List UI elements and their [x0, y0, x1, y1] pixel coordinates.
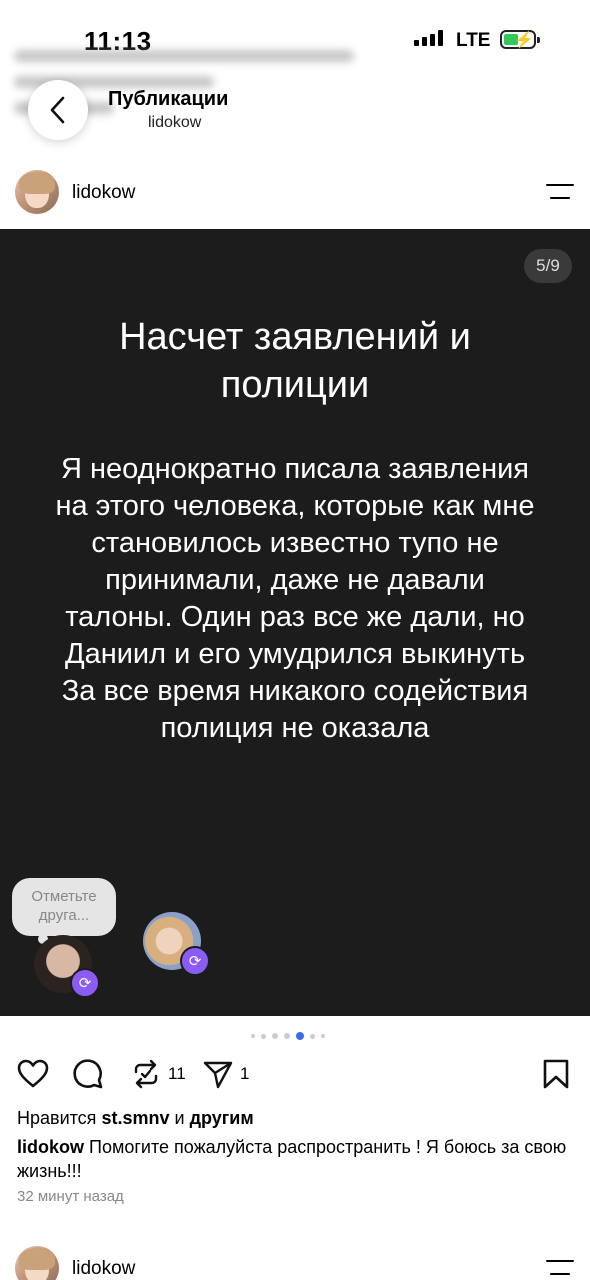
back-chevron-icon — [50, 96, 65, 124]
action-bar: 11 1 — [0, 1058, 590, 1092]
network-label: LTE — [456, 30, 491, 51]
share-count: 1 — [240, 1064, 250, 1083]
battery-icon: ⚡ — [500, 30, 540, 49]
comment-icon — [73, 1059, 103, 1089]
post-time: 32 минут назад — [17, 1188, 124, 1205]
likes-others[interactable]: другим — [190, 1108, 254, 1128]
post-caption: lidokow Помогите пожалуйста распространи… — [17, 1135, 577, 1183]
menu-icon[interactable] — [546, 184, 574, 200]
caption-text: Помогите пожалуйста распространить ! Я б… — [17, 1137, 567, 1181]
repost-icon — [134, 1059, 158, 1089]
page-subtitle: lidokow — [148, 114, 202, 131]
remix-icon: ⟳ — [70, 968, 100, 998]
carousel-dots — [251, 1032, 325, 1040]
bookmark-icon — [543, 1059, 569, 1089]
repost-count: 11 — [168, 1064, 186, 1083]
signal-icon — [414, 30, 443, 46]
page-title: Публикации — [108, 88, 229, 110]
likes-joiner: и — [174, 1108, 185, 1128]
save-button[interactable] — [540, 1058, 572, 1090]
caption-author[interactable]: lidokow — [17, 1137, 84, 1157]
post-username[interactable]: lidokow — [72, 182, 135, 204]
likes-line[interactable]: Нравится st.smnv и другим — [17, 1108, 254, 1129]
repost-button[interactable]: 11 — [130, 1058, 186, 1090]
likes-user[interactable]: st.smnv — [101, 1108, 169, 1128]
like-button[interactable] — [17, 1058, 49, 1090]
avatar[interactable] — [15, 1246, 59, 1280]
post-carousel[interactable]: 5/9 Насчет заявлений и полиции Я неоднок… — [0, 229, 590, 1016]
share-button[interactable]: 1 — [202, 1058, 249, 1090]
remix-icon: ⟳ — [180, 946, 210, 976]
slide-body: Я неоднократно писала заявления на этого… — [55, 453, 535, 744]
avatar[interactable] — [15, 170, 59, 214]
next-post-username[interactable]: lidokow — [72, 1258, 135, 1280]
menu-icon[interactable] — [546, 1260, 574, 1276]
slide-counter: 5/9 — [524, 249, 572, 283]
slide-title: Насчет заявлений и полиции — [119, 316, 471, 406]
tag-friend-bubble[interactable]: Отметьте друга... — [12, 878, 116, 944]
share-icon — [203, 1061, 233, 1089]
back-button[interactable] — [28, 80, 88, 140]
heart-icon — [17, 1059, 49, 1088]
comment-button[interactable] — [72, 1058, 104, 1090]
likes-prefix: Нравится — [17, 1108, 97, 1128]
